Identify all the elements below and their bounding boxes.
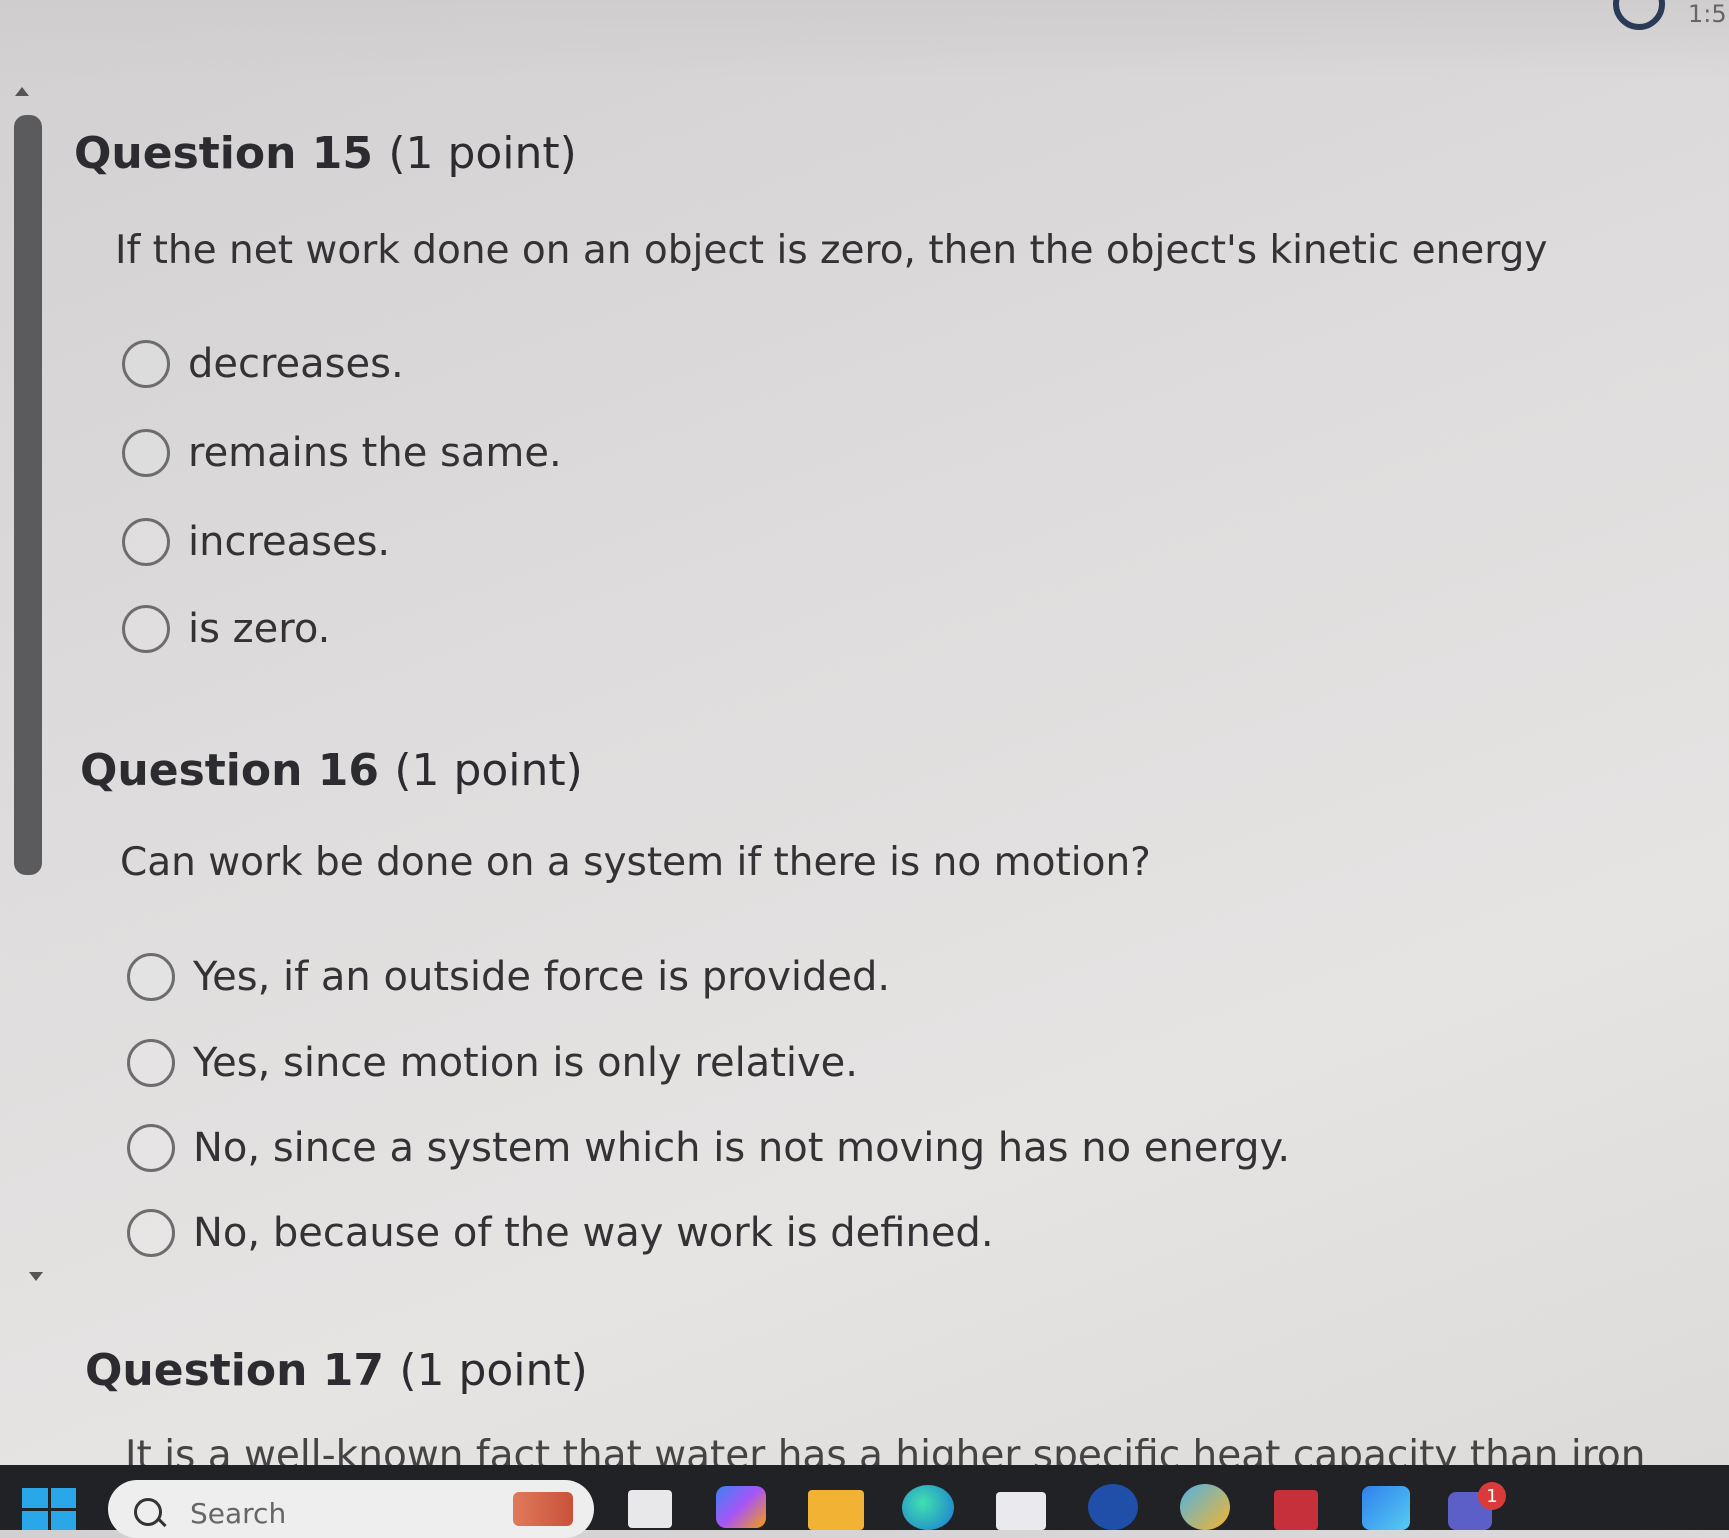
q15-option-remains-same[interactable]: remains the same. <box>122 425 562 481</box>
hp-icon[interactable] <box>1088 1484 1138 1530</box>
option-label: increases. <box>188 519 391 565</box>
question-number: Question 17 <box>85 1345 384 1396</box>
radio-button[interactable] <box>127 1124 175 1172</box>
radio-button[interactable] <box>127 1209 175 1257</box>
q16-option-no-energy[interactable]: No, since a system which is not moving h… <box>127 1120 1290 1176</box>
radio-button[interactable] <box>122 605 170 653</box>
store-icon[interactable] <box>996 1492 1046 1530</box>
q16-option-work-defined[interactable]: No, because of the way work is defined. <box>127 1205 994 1261</box>
q15-option-decreases[interactable]: decreases. <box>122 336 404 392</box>
question-17-title: Question 17 (1 point) <box>85 1345 588 1396</box>
scrollbar-thumb[interactable] <box>14 115 42 875</box>
task-view-icon[interactable] <box>628 1490 672 1528</box>
option-label: No, because of the way work is defined. <box>193 1210 994 1256</box>
option-label: remains the same. <box>188 430 562 476</box>
search-placeholder: Search <box>190 1497 287 1530</box>
question-16-title: Question 16 (1 point) <box>80 745 583 796</box>
radio-button[interactable] <box>122 340 170 388</box>
radio-button[interactable] <box>122 429 170 477</box>
question-15-prompt: If the net work done on an object is zer… <box>115 228 1548 273</box>
option-label: decreases. <box>188 341 404 387</box>
question-points: (1 point) <box>399 1345 588 1396</box>
radio-button[interactable] <box>127 1039 175 1087</box>
question-points: (1 point) <box>388 128 577 179</box>
search-highlight-icon <box>513 1492 573 1526</box>
clock: 1:5 <box>1688 0 1727 28</box>
file-explorer-icon[interactable] <box>808 1490 864 1530</box>
question-number: Question 16 <box>80 745 379 796</box>
option-label: Yes, since motion is only relative. <box>193 1040 858 1086</box>
q15-option-is-zero[interactable]: is zero. <box>122 601 330 657</box>
windows-start-icon[interactable] <box>22 1488 76 1530</box>
radio-button[interactable] <box>127 953 175 1001</box>
q16-option-outside-force[interactable]: Yes, if an outside force is provided. <box>127 949 890 1005</box>
question-16-prompt: Can work be done on a system if there is… <box>120 840 1151 885</box>
option-label: is zero. <box>188 606 331 652</box>
q16-option-motion-relative[interactable]: Yes, since motion is only relative. <box>127 1035 858 1091</box>
search-icon <box>134 1498 162 1526</box>
scroll-up-arrow-icon[interactable] <box>15 87 29 96</box>
radio-button[interactable] <box>122 518 170 566</box>
question-number: Question 15 <box>74 128 373 179</box>
mcafee-icon[interactable] <box>1274 1490 1318 1530</box>
question-15-title: Question 15 (1 point) <box>74 128 577 179</box>
option-label: Yes, if an outside force is provided. <box>193 954 891 1000</box>
browser-top-strip <box>0 0 1729 80</box>
scroll-down-arrow-icon[interactable] <box>29 1272 43 1281</box>
edge-icon[interactable] <box>902 1485 954 1530</box>
question-points: (1 point) <box>394 745 583 796</box>
q15-option-increases[interactable]: increases. <box>122 514 390 570</box>
option-label: No, since a system which is not moving h… <box>193 1125 1291 1171</box>
weather-icon[interactable] <box>1180 1484 1230 1530</box>
question-17-prompt: It is a well-known fact that water has a… <box>125 1433 1645 1467</box>
app-icon[interactable] <box>1362 1486 1410 1530</box>
copilot-icon[interactable] <box>716 1486 766 1528</box>
notification-badge: 1 <box>1478 1482 1506 1510</box>
